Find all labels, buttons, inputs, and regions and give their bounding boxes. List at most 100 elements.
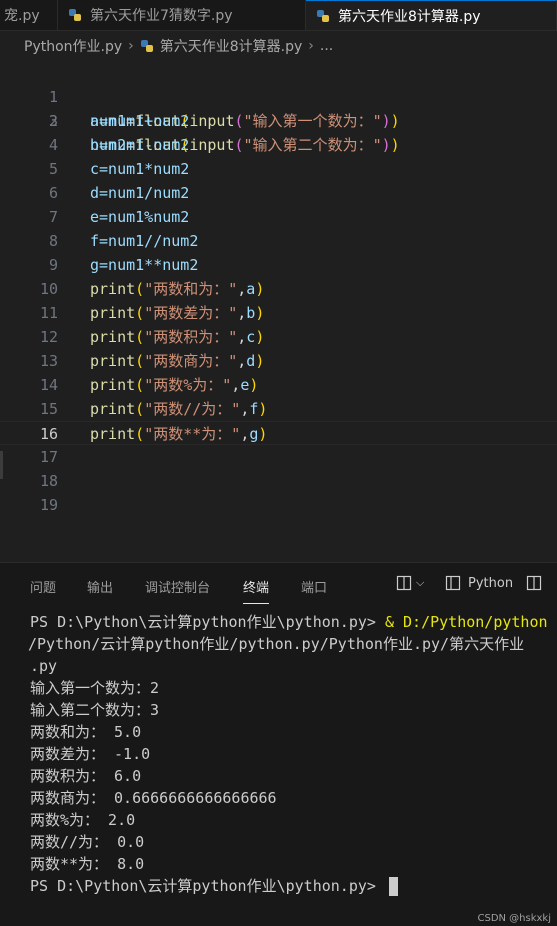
code-text: f=num1//num2	[90, 232, 199, 250]
tab-guess-number-file[interactable]: 第六天作业7猜数字.py	[58, 0, 306, 30]
code-line[interactable]: 18	[0, 469, 557, 493]
tab-output[interactable]: 输出	[87, 577, 113, 596]
terminal-line: .py	[30, 657, 58, 675]
code-token: print	[90, 352, 136, 370]
code-line[interactable]: 11 print("两数差为：",b)	[0, 301, 557, 325]
code-line[interactable]: 9 g=num1**num2	[0, 253, 557, 277]
tab-ports[interactable]: 端口	[301, 577, 327, 596]
code-token: a	[246, 280, 256, 298]
terminal-command: & D:/Python/python	[384, 613, 548, 631]
code-line[interactable]: 10 print("两数和为：",a)	[0, 277, 557, 301]
code-line[interactable]: 2 num2=float(input("输入第二个数为："))	[0, 85, 557, 154]
split-icon	[445, 575, 461, 591]
code-token: print	[90, 400, 136, 418]
chevron-right-icon: ›	[128, 38, 134, 54]
terminal-selector[interactable]: Python	[445, 575, 513, 591]
code-string: "两数和为："	[144, 280, 238, 298]
code-line[interactable]: 13 print("两数商为：",d)	[0, 349, 557, 373]
code-token: e	[240, 376, 250, 394]
code-line[interactable]: 17	[0, 445, 557, 469]
breadcrumb: Python作业.py › 第六天作业8计算器.py › ...	[0, 31, 557, 61]
code-line[interactable]: 4 b=num1-num2	[0, 133, 557, 157]
line-number: 9	[48, 256, 58, 274]
code-line[interactable]: 12 print("两数积为：",c)	[0, 325, 557, 349]
bottom-panel: 问题 输出 调试控制台 终端 端口 ⌵ Python PS D:\Python\…	[0, 562, 557, 926]
terminal-line: PS D:\Python\云计算python作业\python.py>	[30, 875, 557, 897]
code-line[interactable]: 8 f=num1//num2	[0, 229, 557, 253]
code-line[interactable]: 15 print("两数//为：",f)	[0, 397, 557, 421]
code-line-current[interactable]: 16 print("两数**为：",g)	[0, 421, 557, 445]
code-token: print	[90, 425, 136, 443]
code-token: print	[90, 328, 136, 346]
code-text: a=num1+num2	[90, 112, 190, 130]
code-line[interactable]: 14 print("两数%为：",e)	[0, 373, 557, 397]
code-token: print	[90, 280, 136, 298]
tab-terminal[interactable]: 终端	[243, 577, 270, 604]
tab-calculator-file[interactable]: 第六天作业8计算器.py	[306, 0, 557, 30]
code-line[interactable]: 7 e=num1%num2	[0, 205, 557, 229]
editor-tab-bar: 宠.py 第六天作业7猜数字.py 第六天作业8计算器.py	[0, 0, 557, 31]
tab-pet-file[interactable]: 宠.py	[0, 0, 58, 30]
tab-label: 第六天作业8计算器.py	[338, 8, 481, 25]
breadcrumb-folder[interactable]: Python作业.py	[24, 36, 122, 56]
breadcrumb-more[interactable]: ...	[320, 38, 333, 54]
python-file-icon	[316, 9, 330, 23]
terminal-line: 两数积为： 6.0	[30, 767, 142, 785]
code-string: "两数**为："	[144, 425, 241, 443]
code-text: d=num1/num2	[90, 184, 190, 202]
code-line[interactable]: 3 a=num1+num2	[0, 109, 557, 133]
line-number: 16	[39, 425, 58, 443]
tab-debug-console[interactable]: 调试控制台	[145, 577, 210, 596]
terminal-line: PS D:\Python\云计算python作业\python.py> & D:…	[30, 613, 548, 631]
layout-icon	[526, 575, 542, 591]
tab-problems[interactable]: 问题	[30, 577, 56, 596]
terminal-line: 两数%为： 2.0	[30, 811, 136, 829]
code-token: print	[90, 304, 136, 322]
code-token: c	[246, 328, 256, 346]
code-string: "两数//为："	[144, 400, 241, 418]
terminal-output[interactable]: PS D:\Python\云计算python作业\python.py> & D:…	[28, 611, 557, 897]
split-icon	[396, 575, 412, 591]
chevron-right-icon: ›	[308, 38, 314, 54]
line-number: 17	[39, 448, 58, 466]
code-string: "两数积为："	[144, 328, 238, 346]
code-line[interactable]: 19	[0, 493, 557, 517]
terminal-line: /Python/云计算python作业/python.py/Python作业.p…	[28, 635, 525, 653]
terminal-cursor	[388, 877, 398, 896]
tab-label: 宠.py	[4, 8, 40, 24]
split-terminal-button[interactable]: ⌵	[396, 575, 424, 591]
code-text: e=num1%num2	[90, 208, 190, 226]
line-number: 5	[48, 160, 58, 178]
code-token: d	[246, 352, 256, 370]
line-number: 4	[48, 136, 58, 154]
code-text: b=num1-num2	[90, 136, 190, 154]
line-number: 3	[48, 112, 58, 130]
chevron-down-icon: ⌵	[416, 576, 425, 589]
line-number: 15	[39, 400, 58, 418]
code-token: print	[90, 376, 136, 394]
toggle-panel-button[interactable]	[526, 575, 542, 591]
line-number: 10	[39, 280, 58, 298]
code-editor[interactable]: 1 num1=float(input("输入第一个数为：")) 2 num2=f…	[0, 61, 557, 561]
code-string: "两数%为："	[144, 376, 232, 394]
line-number: 6	[48, 184, 58, 202]
shell-label: Python	[468, 575, 514, 591]
terminal-line: 两数和为： 5.0	[30, 723, 142, 741]
terminal-line: 两数**为： 8.0	[30, 855, 145, 873]
code-string: "两数商为："	[144, 352, 238, 370]
panel-tab-bar: 问题 输出 调试控制台 终端 端口 ⌵ Python	[0, 563, 557, 609]
terminal-line: 两数差为： -1.0	[30, 745, 151, 763]
code-line[interactable]: 1 num1=float(input("输入第一个数为："))	[0, 61, 557, 130]
breadcrumb-file[interactable]: 第六天作业8计算器.py	[160, 36, 303, 56]
code-text: g=num1**num2	[90, 256, 199, 274]
terminal-line: 输入第一个数为：2	[30, 679, 160, 697]
code-line[interactable]: 5 c=num1*num2	[0, 157, 557, 181]
line-number: 19	[39, 496, 58, 514]
code-token: b	[246, 304, 256, 322]
terminal-line: 两数商为： 0.6666666666666666	[30, 789, 277, 807]
code-line[interactable]: 6 d=num1/num2	[0, 181, 557, 205]
watermark: CSDN @hskxkj	[477, 913, 551, 924]
code-text: c=num1*num2	[90, 160, 190, 178]
line-number: 8	[48, 232, 58, 250]
line-number: 18	[39, 472, 58, 490]
